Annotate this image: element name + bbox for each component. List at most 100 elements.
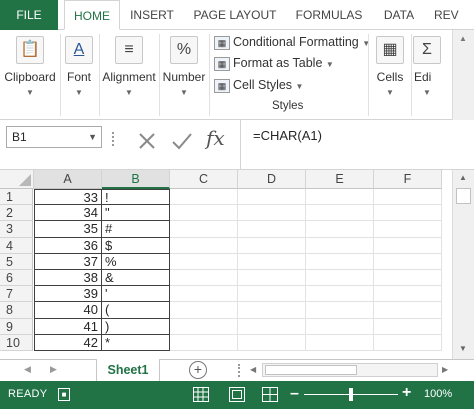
cell-f9[interactable] [374,318,442,335]
zoom-out-icon[interactable]: – [290,385,299,403]
column-header-b[interactable]: B [102,170,170,189]
cell-b9[interactable]: ) [102,318,170,335]
cell-b8[interactable]: ( [102,302,170,319]
cell-f1[interactable] [374,189,442,206]
horizontal-scrollbar[interactable] [262,363,438,377]
column-header-f[interactable]: F [374,170,442,189]
cell-a10[interactable]: 42 [34,334,102,351]
cell-f3[interactable] [374,221,442,238]
formula-bar-grip[interactable] [112,132,116,146]
cell-e6[interactable] [306,270,374,287]
scroll-up-icon[interactable]: ▲ [459,34,467,43]
page-layout-view-icon[interactable] [229,387,245,402]
cell-a1[interactable]: 33 [34,189,102,206]
row-header[interactable]: 3 [0,221,33,238]
tab-split-grip[interactable] [238,364,242,377]
worksheet-grid[interactable]: ABCDEF 1 33! 2 34 " 3 35 #4 36 $5 37% 6 38 & 7 39 ' 8 40(9… [0,170,458,352]
cell-c9[interactable] [170,318,238,335]
cell-e5[interactable] [306,253,374,270]
scroll-left-icon[interactable]: ◀ [250,365,256,374]
tab-review[interactable]: REV [434,0,474,30]
select-all-corner[interactable] [0,170,34,189]
cell-e2[interactable] [306,205,374,222]
cell-c10[interactable] [170,334,238,351]
add-sheet-icon[interactable]: + [189,361,207,379]
cell-b10[interactable]: * [102,334,170,351]
zoom-in-icon[interactable]: + [402,384,411,402]
cell-d2[interactable] [238,205,306,222]
zoom-slider-thumb[interactable] [349,388,353,401]
cell-b1[interactable]: ! [102,189,170,206]
column-header-e[interactable]: E [306,170,374,189]
cell-e10[interactable] [306,334,374,351]
cell-b2[interactable]: " [102,205,170,222]
ribbon-scrollbar[interactable]: ▲ [452,30,474,120]
cell-b4[interactable]: $ [102,237,170,254]
cells-button[interactable]: ▦ Cells ▼ [370,30,410,120]
cell-a2[interactable]: 34 [34,205,102,222]
cell-e1[interactable] [306,189,374,206]
cell-d5[interactable] [238,253,306,270]
prev-sheet-icon[interactable]: ◀ [24,364,31,375]
cell-b7[interactable]: ' [102,286,170,303]
scroll-right-icon[interactable]: ▶ [442,365,448,374]
row-header[interactable]: 10 [0,334,33,351]
column-header-c[interactable]: C [170,170,238,189]
cell-f10[interactable] [374,334,442,351]
tab-page-layout[interactable]: PAGE LAYOUT [186,0,284,30]
cell-d8[interactable] [238,302,306,319]
number-button[interactable]: % Number ▼ [160,30,208,120]
horizontal-scroll-thumb[interactable] [265,365,357,375]
row-header[interactable]: 5 [0,253,33,270]
cell-f8[interactable] [374,302,442,319]
name-box[interactable]: B1 ▼ [6,126,102,148]
cell-e3[interactable] [306,221,374,238]
cell-f5[interactable] [374,253,442,270]
cell-d3[interactable] [238,221,306,238]
scroll-up-icon[interactable]: ▲ [459,173,467,182]
cell-a5[interactable]: 37 [34,253,102,270]
vertical-scrollbar[interactable]: ▲ ▼ [452,170,474,359]
formula-input[interactable]: =CHAR(A1) [240,120,474,170]
cancel-icon[interactable] [136,130,158,152]
page-break-view-icon[interactable] [262,387,278,402]
next-sheet-icon[interactable]: ▶ [50,364,57,375]
column-header-d[interactable]: D [238,170,306,189]
tab-insert[interactable]: INSERT [124,0,180,30]
cell-d10[interactable] [238,334,306,351]
format-as-table-button[interactable]: ▦ Format as Table ▼ [214,53,334,73]
row-header[interactable]: 9 [0,318,33,335]
cell-c1[interactable] [170,189,238,206]
tab-data[interactable]: DATA [374,0,424,30]
scroll-thumb[interactable] [456,188,471,204]
sheet-tab-sheet1[interactable]: Sheet1 [96,359,160,383]
chevron-down-icon[interactable]: ▼ [88,127,97,147]
normal-view-icon[interactable] [193,387,209,402]
scroll-down-icon[interactable]: ▼ [459,344,467,353]
cell-c7[interactable] [170,286,238,303]
cell-b6[interactable]: & [102,270,170,287]
cell-c6[interactable] [170,270,238,287]
enter-check-icon[interactable] [170,130,194,152]
row-header[interactable]: 1 [0,189,33,206]
cell-b3[interactable]: # [102,221,170,238]
cell-d1[interactable] [238,189,306,206]
cell-e8[interactable] [306,302,374,319]
conditional-formatting-button[interactable]: ▦ Conditional Formatting ▼ [214,32,370,52]
insert-function-icon[interactable]: fx [206,126,225,150]
cell-a8[interactable]: 40 [34,302,102,319]
row-header[interactable]: 8 [0,302,33,319]
row-header[interactable]: 4 [0,237,33,254]
cell-c4[interactable] [170,237,238,254]
font-button[interactable]: A Font ▼ [60,30,98,120]
cell-f7[interactable] [374,286,442,303]
cell-e4[interactable] [306,237,374,254]
cell-c2[interactable] [170,205,238,222]
cell-d9[interactable] [238,318,306,335]
tab-home[interactable]: HOME [64,0,120,30]
cell-f4[interactable] [374,237,442,254]
cell-c5[interactable] [170,253,238,270]
cell-a3[interactable]: 35 [34,221,102,238]
zoom-level[interactable]: 100% [424,388,452,400]
cell-c3[interactable] [170,221,238,238]
